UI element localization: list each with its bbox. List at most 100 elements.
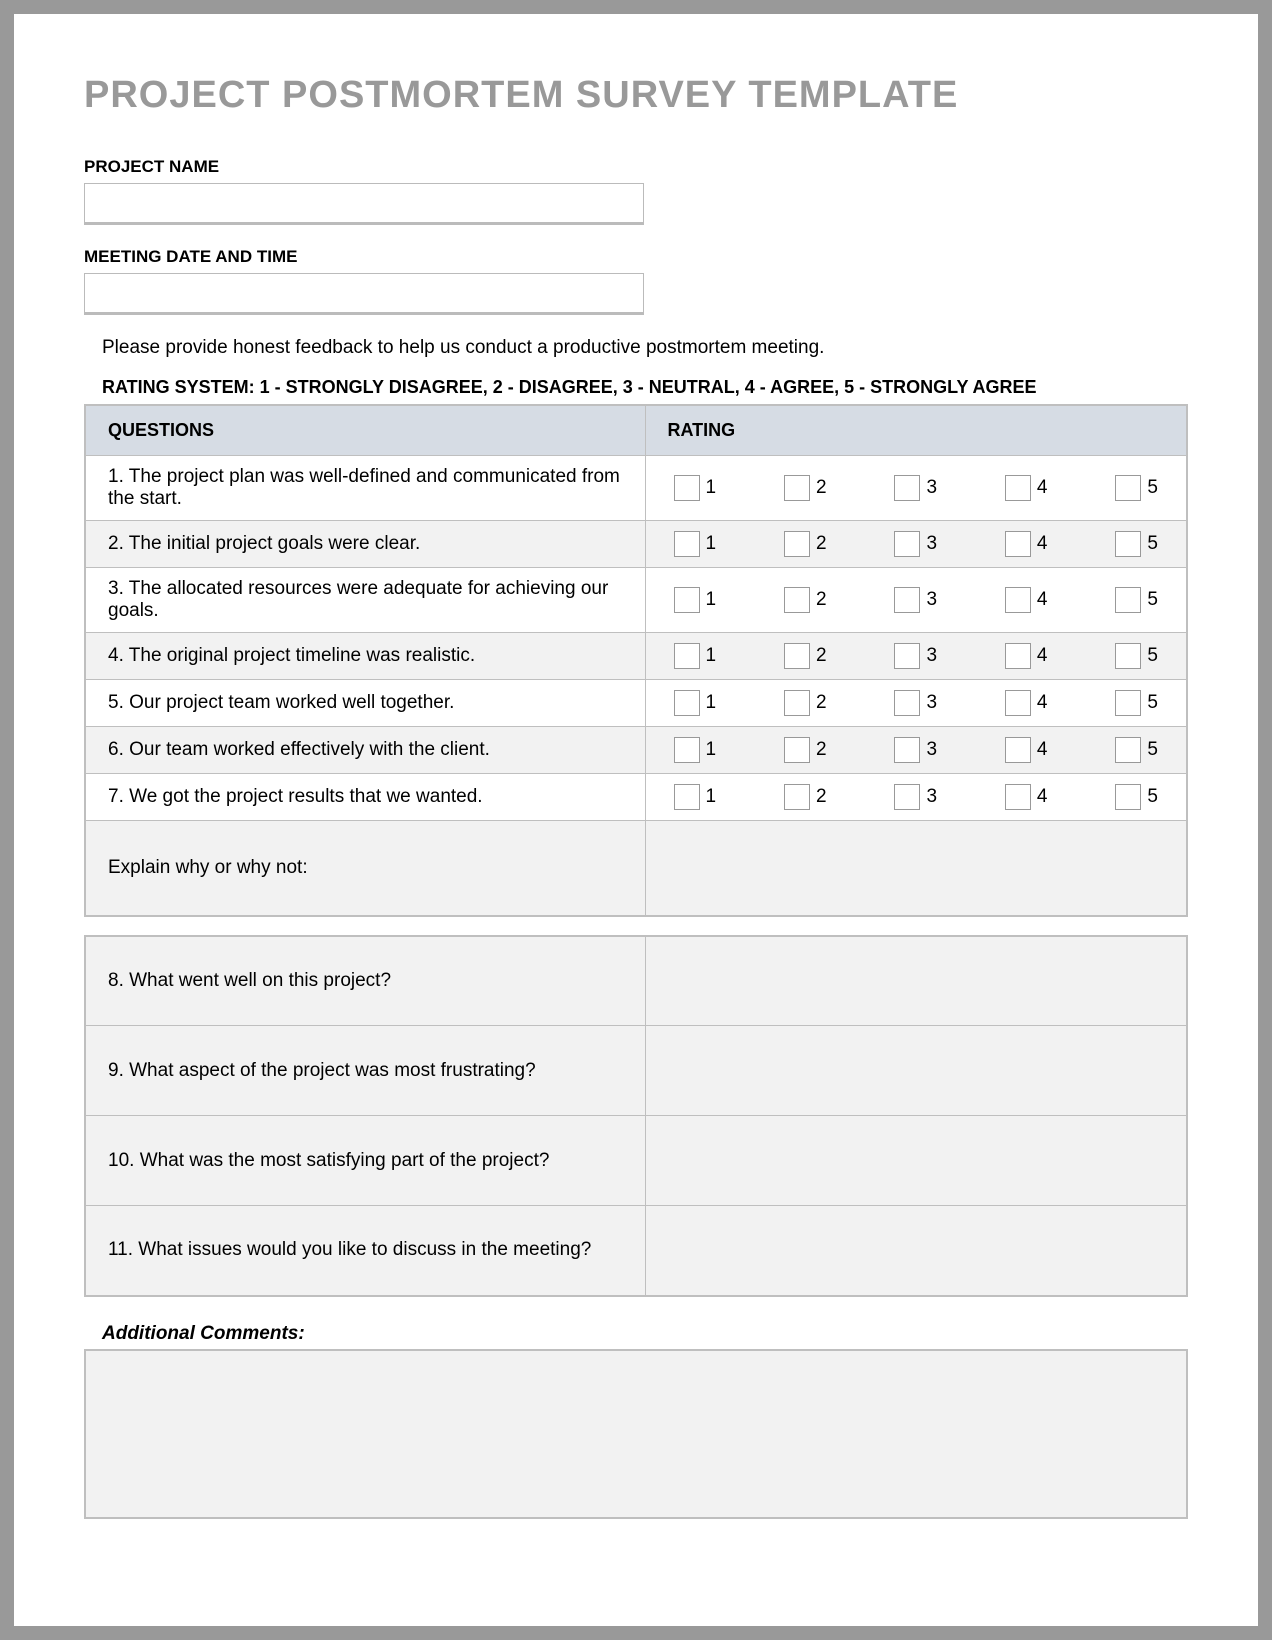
rating-checkbox[interactable] <box>1115 784 1141 810</box>
rating-option[interactable]: 3 <box>894 475 937 501</box>
rating-option[interactable]: 5 <box>1115 587 1158 613</box>
rating-option[interactable]: 3 <box>894 690 937 716</box>
rating-option[interactable]: 5 <box>1115 531 1158 557</box>
project-name-input[interactable] <box>84 183 644 225</box>
rating-checkbox[interactable] <box>1115 531 1141 557</box>
rating-checkbox[interactable] <box>784 643 810 669</box>
rating-option[interactable]: 3 <box>894 531 937 557</box>
rating-value-label: 4 <box>1037 739 1048 761</box>
question-text: 4. The original project timeline was rea… <box>85 633 645 680</box>
open-answer-cell[interactable] <box>645 1206 1187 1296</box>
project-name-label: PROJECT NAME <box>84 157 1188 177</box>
rating-value-label: 4 <box>1037 645 1048 667</box>
rating-option[interactable]: 1 <box>674 587 717 613</box>
rating-value-label: 4 <box>1037 589 1048 611</box>
rating-checkbox[interactable] <box>784 784 810 810</box>
rating-checkbox[interactable] <box>894 784 920 810</box>
rating-checkbox[interactable] <box>894 643 920 669</box>
rating-checkbox[interactable] <box>1115 737 1141 763</box>
rating-option[interactable]: 1 <box>674 784 717 810</box>
explain-answer-cell[interactable] <box>645 821 1187 916</box>
open-question-text: 9. What aspect of the project was most f… <box>85 1026 645 1116</box>
rating-option[interactable]: 3 <box>894 784 937 810</box>
rating-checkbox[interactable] <box>674 643 700 669</box>
rating-option[interactable]: 3 <box>894 643 937 669</box>
rating-value-label: 5 <box>1147 533 1158 555</box>
rating-checkbox[interactable] <box>894 531 920 557</box>
rating-checkbox[interactable] <box>784 475 810 501</box>
rating-checkbox[interactable] <box>1005 643 1031 669</box>
table-row: 8. What went well on this project? <box>85 936 1187 1026</box>
rating-option[interactable]: 5 <box>1115 690 1158 716</box>
rating-option[interactable]: 4 <box>1005 531 1048 557</box>
additional-comments-label: Additional Comments: <box>102 1323 1188 1345</box>
rating-option[interactable]: 3 <box>894 587 937 613</box>
rating-option[interactable]: 2 <box>784 690 827 716</box>
rating-option[interactable]: 4 <box>1005 643 1048 669</box>
rating-option[interactable]: 1 <box>674 737 717 763</box>
rating-option[interactable]: 4 <box>1005 784 1048 810</box>
rating-checkbox[interactable] <box>894 737 920 763</box>
rating-option[interactable]: 4 <box>1005 587 1048 613</box>
rating-checkbox[interactable] <box>784 737 810 763</box>
meeting-date-input[interactable] <box>84 273 644 315</box>
rating-checkbox[interactable] <box>1005 531 1031 557</box>
rating-option[interactable]: 2 <box>784 737 827 763</box>
rating-checkbox[interactable] <box>1005 737 1031 763</box>
rating-checkbox[interactable] <box>1005 475 1031 501</box>
rating-option[interactable]: 1 <box>674 475 717 501</box>
rating-value-label: 3 <box>926 477 937 499</box>
rating-option[interactable]: 2 <box>784 587 827 613</box>
rating-checkbox[interactable] <box>1115 475 1141 501</box>
additional-comments-input[interactable] <box>84 1349 1188 1519</box>
page-frame: PROJECT POSTMORTEM SURVEY TEMPLATE PROJE… <box>0 0 1272 1640</box>
rating-option[interactable]: 3 <box>894 737 937 763</box>
rating-option[interactable]: 2 <box>784 475 827 501</box>
rating-checkbox[interactable] <box>784 531 810 557</box>
rating-checkbox[interactable] <box>894 475 920 501</box>
open-answer-cell[interactable] <box>645 1116 1187 1206</box>
rating-option[interactable]: 5 <box>1115 475 1158 501</box>
rating-option[interactable]: 1 <box>674 531 717 557</box>
rating-option[interactable]: 5 <box>1115 784 1158 810</box>
rating-checkbox[interactable] <box>1005 690 1031 716</box>
rating-value-label: 5 <box>1147 477 1158 499</box>
rating-checkbox[interactable] <box>1005 784 1031 810</box>
rating-checkbox[interactable] <box>674 690 700 716</box>
rating-checkbox[interactable] <box>674 784 700 810</box>
rating-checkbox[interactable] <box>1115 643 1141 669</box>
rating-value-label: 4 <box>1037 533 1048 555</box>
table-row: 10. What was the most satisfying part of… <box>85 1116 1187 1206</box>
rating-option[interactable]: 5 <box>1115 643 1158 669</box>
rating-checkbox[interactable] <box>1005 587 1031 613</box>
rating-checkbox[interactable] <box>1115 587 1141 613</box>
explain-row: Explain why or why not: <box>85 821 1187 916</box>
open-question-text: 8. What went well on this project? <box>85 936 645 1026</box>
rating-option[interactable]: 4 <box>1005 737 1048 763</box>
rating-checkbox[interactable] <box>674 587 700 613</box>
rating-checkbox[interactable] <box>894 587 920 613</box>
rating-option[interactable]: 2 <box>784 531 827 557</box>
rating-checkbox[interactable] <box>1115 690 1141 716</box>
rating-option[interactable]: 2 <box>784 643 827 669</box>
rating-option[interactable]: 1 <box>674 643 717 669</box>
rating-option[interactable]: 1 <box>674 690 717 716</box>
rating-value-label: 3 <box>926 533 937 555</box>
rating-checkbox[interactable] <box>784 690 810 716</box>
open-answer-cell[interactable] <box>645 936 1187 1026</box>
rating-checkbox[interactable] <box>674 531 700 557</box>
open-answer-cell[interactable] <box>645 1026 1187 1116</box>
rating-option[interactable]: 2 <box>784 784 827 810</box>
rating-cell: 1 2 3 4 5 <box>645 680 1187 727</box>
rating-checkbox[interactable] <box>674 737 700 763</box>
rating-value-label: 3 <box>926 589 937 611</box>
rating-option[interactable]: 4 <box>1005 475 1048 501</box>
rating-checkbox[interactable] <box>894 690 920 716</box>
rating-value-label: 1 <box>706 692 717 714</box>
rating-option[interactable]: 5 <box>1115 737 1158 763</box>
rating-checkbox[interactable] <box>674 475 700 501</box>
table-row: 1. The project plan was well-defined and… <box>85 456 1187 521</box>
rating-checkbox[interactable] <box>784 587 810 613</box>
rating-option[interactable]: 4 <box>1005 690 1048 716</box>
rating-value-label: 4 <box>1037 692 1048 714</box>
